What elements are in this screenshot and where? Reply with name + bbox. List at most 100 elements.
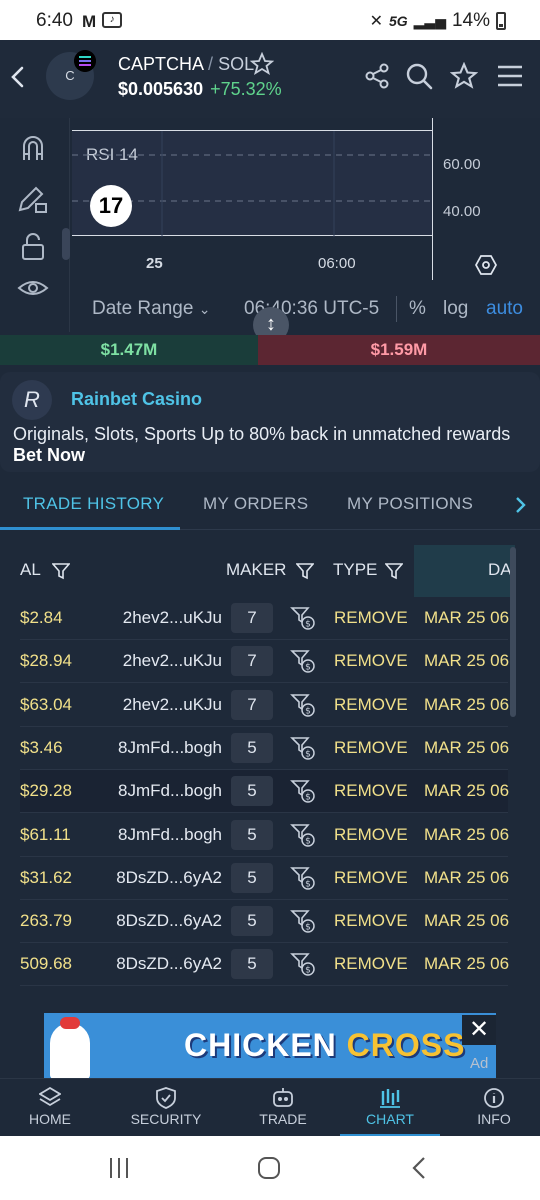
gmail-icon: M (82, 12, 97, 31)
clock: 6:40 (36, 10, 73, 31)
filter-maker-icon[interactable]: $ (290, 951, 316, 982)
trade-history-table: AL MAKER TYPE DA $2.84 2hev2...uKJu 7 $ REMO… (0, 545, 515, 1000)
notification-icon: ♪ (102, 12, 123, 28)
maker-trade-count[interactable]: 7 (231, 646, 273, 677)
maker-address[interactable]: 8DsZD...6yA2 (116, 954, 222, 974)
ad-cta[interactable]: Bet Now (13, 445, 85, 465)
back-icon[interactable] (8, 62, 28, 92)
divider (396, 296, 397, 322)
maker-trade-count[interactable]: 5 (231, 732, 273, 763)
table-row[interactable]: $3.46 8JmFd...bogh 5 $ REMOVE MAR 25 06 (20, 727, 510, 770)
share-icon[interactable] (364, 62, 390, 90)
table-row[interactable]: $2.84 2hev2...uKJu 7 $ REMOVE MAR 25 06 (20, 597, 509, 640)
trade-date: MAR 25 06 (424, 911, 510, 931)
filter-maker-icon[interactable]: $ (290, 648, 316, 679)
mute-icon: ✕ (369, 13, 383, 30)
table-row[interactable]: $28.94 2hev2...uKJu 7 $ REMOVE MAR 25 06 (20, 640, 509, 684)
maker-trade-count[interactable]: 7 (231, 603, 273, 633)
rsi-panel: RSI 14 17 (72, 130, 432, 237)
trade-date: MAR 25 06 (424, 737, 510, 757)
maker-address[interactable]: 8JmFd...bogh (118, 781, 222, 801)
auto-toggle[interactable]: auto (486, 298, 523, 320)
maker-address[interactable]: 8DsZD...6yA2 (116, 868, 222, 888)
bottom-navigation: HOME SECURITY TRADE CHART INFO (0, 1078, 540, 1137)
filter-maker-icon[interactable]: $ (290, 822, 316, 853)
maker-address[interactable]: 8DsZD...6yA2 (116, 911, 222, 931)
trade-value: 263.79 (20, 911, 72, 931)
token-header: C CAPTCHA / SOL $0.005630 +75.32% (0, 40, 540, 118)
table-scrollbar[interactable] (510, 547, 516, 717)
chevron-right-icon[interactable] (514, 494, 528, 516)
search-icon[interactable] (405, 62, 433, 90)
chart-controls: Date Range ⌄ 06:40:36 UTC-5 % log auto (72, 292, 540, 332)
trade-value: $29.28 (20, 781, 72, 801)
table-row[interactable]: $61.11 8JmFd...bogh 5 $ REMOVE MAR 25 06 (20, 814, 509, 857)
maker-trade-count[interactable]: 5 (231, 906, 273, 937)
table-header: AL MAKER TYPE DA (0, 545, 515, 597)
header-date[interactable]: DA (488, 560, 512, 580)
maker-address[interactable]: 8JmFd...bogh (118, 825, 222, 845)
table-row[interactable]: $31.62 8DsZD...6yA2 5 $ REMOVE MAR 25 06 (20, 857, 509, 900)
sponsored-ad[interactable]: R Rainbet Casino Originals, Slots, Sport… (0, 372, 540, 472)
price-axis-divider (432, 118, 433, 280)
menu-icon[interactable] (496, 62, 524, 90)
unlock-icon[interactable] (16, 230, 50, 264)
maker-address[interactable]: 2hev2...uKJu (123, 695, 222, 715)
eye-icon[interactable] (16, 274, 50, 308)
maker-trade-count[interactable]: 5 (231, 819, 273, 850)
nav-info[interactable]: INFO (444, 1079, 540, 1137)
filter-maker-icon[interactable]: $ (290, 605, 316, 636)
log-toggle[interactable]: log (443, 298, 468, 320)
maker-address[interactable]: 2hev2...uKJu (123, 651, 222, 671)
table-row[interactable]: $29.28 8JmFd...bogh 5 $ REMOVE MAR 25 06 (20, 770, 509, 814)
filter-maker-icon[interactable]: $ (290, 908, 316, 939)
filter-maker-icon[interactable]: $ (290, 778, 316, 809)
magnet-icon[interactable] (16, 132, 50, 166)
filter-icon[interactable] (52, 562, 70, 580)
maker-trade-count[interactable]: 5 (231, 862, 273, 893)
nav-chart[interactable]: CHART (340, 1079, 440, 1137)
info-icon (484, 1088, 504, 1108)
maker-trade-count[interactable]: 7 (231, 689, 273, 720)
home-button-icon[interactable] (257, 1156, 281, 1180)
battery-label: 14% (451, 10, 490, 31)
trade-type: REMOVE (334, 781, 408, 801)
tab-my-positions[interactable]: MY POSITIONS (347, 494, 473, 514)
close-ad-icon[interactable]: ✕ (462, 1015, 496, 1045)
maker-address[interactable]: 2hev2...uKJu (123, 608, 222, 628)
tab-my-orders[interactable]: MY ORDERS (203, 494, 308, 514)
nav-trade[interactable]: TRADE (233, 1079, 333, 1137)
chart-area[interactable]: RSI 14 17 60.00 40.00 25 06:00 Date Rang… (0, 118, 540, 343)
header-type[interactable]: TYPE (333, 560, 377, 580)
filter-maker-icon[interactable]: $ (290, 865, 316, 896)
favorite-star-icon[interactable] (250, 52, 274, 76)
star-icon[interactable] (450, 62, 478, 90)
pencil-lock-icon[interactable] (16, 182, 50, 216)
recent-apps-icon[interactable] (108, 1156, 130, 1180)
filter-icon[interactable] (296, 562, 314, 580)
date-range-button[interactable]: Date Range ⌄ (92, 298, 210, 320)
rsi-grid (72, 131, 432, 237)
filter-maker-icon[interactable]: $ (290, 692, 316, 723)
maker-trade-count[interactable]: 5 (231, 776, 273, 807)
tab-trade-history[interactable]: TRADE HISTORY (23, 494, 164, 514)
back-button-icon[interactable] (410, 1156, 428, 1180)
banner-ad[interactable]: CHICKEN CROSS (44, 1013, 496, 1079)
maker-address[interactable]: 8JmFd...bogh (118, 738, 222, 758)
header-value[interactable]: AL (20, 560, 41, 580)
trade-value: $3.46 (20, 737, 63, 757)
table-row[interactable]: 509.68 8DsZD...6yA2 5 $ REMOVE MAR 25 06 (20, 943, 509, 987)
filter-maker-icon[interactable]: $ (290, 735, 316, 766)
table-row[interactable]: 263.79 8DsZD...6yA2 5 $ REMOVE MAR 25 06 (20, 900, 510, 944)
table-row[interactable]: $63.04 2hev2...uKJu 7 $ REMOVE MAR 25 06 (20, 684, 509, 727)
nav-security[interactable]: SECURITY (116, 1079, 216, 1137)
maker-trade-count[interactable]: 5 (231, 949, 273, 980)
chart-settings-icon[interactable] (475, 254, 497, 276)
header-maker[interactable]: MAKER (226, 560, 286, 580)
toolbar-scroll-handle[interactable] (62, 228, 70, 260)
trade-type: REMOVE (334, 694, 408, 714)
tradingview-logo[interactable]: 17 (90, 185, 132, 227)
percent-toggle[interactable]: % (409, 298, 426, 320)
filter-icon[interactable] (385, 562, 403, 580)
nav-home[interactable]: HOME (0, 1079, 100, 1137)
